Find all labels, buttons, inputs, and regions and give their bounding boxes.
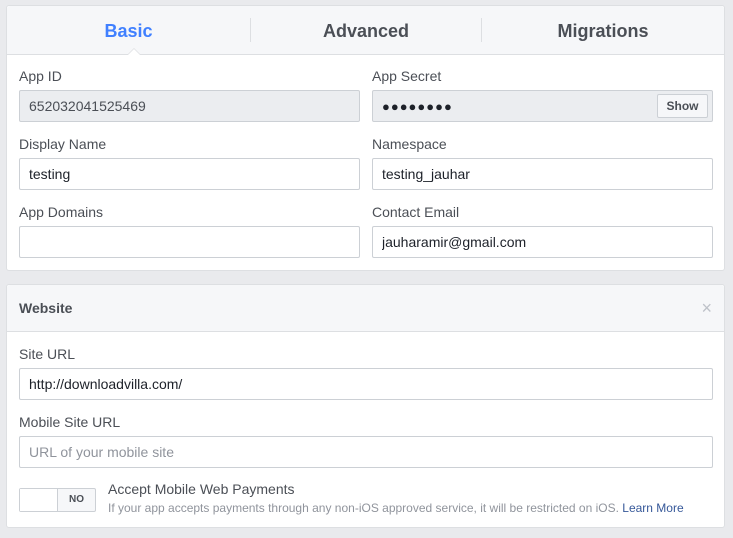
website-header: Website × — [7, 285, 724, 332]
mobile-site-url-input[interactable] — [19, 436, 713, 468]
learn-more-link[interactable]: Learn More — [622, 501, 683, 515]
contact-email-label: Contact Email — [372, 204, 460, 220]
website-platform-card: Website × Site URL Mobile Site URL NO Ac… — [6, 284, 725, 528]
mobile-payments-note: If your app accepts payments through any… — [108, 501, 684, 515]
app-secret-field: ●●●●●●●● Show — [372, 90, 713, 122]
app-domains-label: App Domains — [19, 204, 104, 220]
mobile-payments-label: Accept Mobile Web Payments — [108, 481, 295, 497]
website-title: Website — [19, 300, 73, 316]
tab-basic[interactable]: Basic — [7, 6, 250, 54]
toggle-state-label: NO — [69, 494, 84, 505]
site-url-input[interactable] — [19, 368, 713, 400]
basic-settings-card: Basic Advanced Migrations App ID 6520320… — [6, 5, 725, 271]
tab-advanced[interactable]: Advanced — [251, 6, 481, 54]
site-url-label: Site URL — [19, 346, 76, 362]
app-secret-value: ●●●●●●●● — [382, 99, 453, 114]
settings-tabs: Basic Advanced Migrations — [7, 6, 724, 55]
mobile-payments-note-text: If your app accepts payments through any… — [108, 501, 619, 515]
show-secret-button[interactable]: Show — [657, 94, 708, 118]
tab-migrations[interactable]: Migrations — [482, 6, 724, 54]
namespace-label: Namespace — [372, 136, 447, 152]
app-id-label: App ID — [19, 68, 62, 84]
app-domains-input[interactable] — [19, 226, 360, 258]
toggle-knob — [20, 489, 58, 511]
contact-email-input[interactable] — [372, 226, 713, 258]
app-id-field: 652032041525469 — [19, 90, 360, 122]
display-name-label: Display Name — [19, 136, 107, 152]
mobile-site-url-label: Mobile Site URL — [19, 414, 121, 430]
display-name-input[interactable] — [19, 158, 360, 190]
app-secret-label: App Secret — [372, 68, 442, 84]
mobile-payments-toggle[interactable]: NO — [19, 488, 96, 512]
namespace-input[interactable] — [372, 158, 713, 190]
close-icon[interactable]: × — [701, 285, 712, 331]
active-tab-caret-icon — [127, 48, 141, 55]
